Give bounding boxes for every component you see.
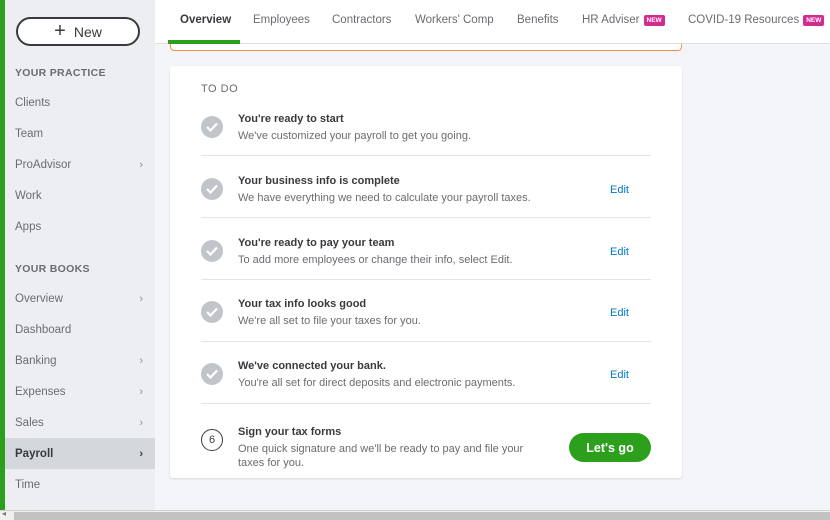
tab-employees[interactable]: Employees [253,14,310,26]
task-title: We've connected your bank. [238,360,386,372]
edit-link[interactable]: Edit [610,369,629,381]
horizontal-scrollbar[interactable]: ◂ [0,509,830,520]
your-books-heading: YOUR BOOKS [15,263,90,275]
task-description: We're all set to file your taxes for you… [238,315,421,327]
tab-covid-resources[interactable]: COVID-19 Resources NEW [688,14,825,26]
edit-link[interactable]: Edit [610,307,629,319]
sidebar-item-label: Overview [15,292,63,305]
divider [201,155,651,156]
todo-heading: TO DO [201,83,239,95]
task-description: We've customized your payroll to get you… [238,130,472,142]
edit-link[interactable]: Edit [610,184,629,196]
tab-contractors[interactable]: Contractors [332,14,391,26]
tab-label: COVID-19 Resources [688,14,800,26]
chevron-right-icon: › [139,447,143,460]
new-button[interactable]: + New [16,17,140,46]
lets-go-button[interactable]: Let's go [569,433,651,462]
sidebar-item-sales[interactable]: Sales › [5,407,155,438]
sidebar-item-banking[interactable]: Banking › [5,345,155,376]
tab-workers-comp[interactable]: Workers' Comp [415,14,494,26]
task-title: Sign your tax forms [238,426,342,438]
sidebar-item-overview[interactable]: Overview › [5,283,155,314]
your-practice-heading: YOUR PRACTICE [15,67,106,79]
chevron-right-icon: › [139,158,143,171]
step-number-badge: 6 [201,429,223,451]
task-title: You're ready to start [238,113,344,125]
sidebar-item-expenses[interactable]: Expenses › [5,376,155,407]
checkmark-icon [201,363,223,385]
scrollbar-thumb[interactable] [14,512,830,520]
tab-benefits[interactable]: Benefits [517,14,559,26]
new-badge: NEW [643,14,665,26]
left-sidebar: + New YOUR PRACTICE Clients Team ProAdvi… [0,0,155,510]
sidebar-item-label: Work [15,189,42,202]
plus-icon: + [54,19,66,42]
tab-label: Overview [180,14,232,26]
tab-label: Benefits [517,14,559,26]
divider [201,279,651,280]
sidebar-item-label: Sales [15,416,44,429]
task-title: You're ready to pay your team [238,237,395,249]
divider [201,217,651,218]
sidebar-item-work[interactable]: Work [5,180,155,211]
sidebar-item-label: Banking [15,354,57,367]
sidebar-item-label: Time [15,478,41,491]
new-badge: NEW [803,14,825,26]
chevron-right-icon: › [139,292,143,305]
edit-link[interactable]: Edit [610,246,629,258]
sidebar-item-team[interactable]: Team [5,118,155,149]
chevron-right-icon: › [139,416,143,429]
sidebar-item-label: Team [15,127,44,140]
scroll-left-arrow-icon[interactable]: ◂ [2,509,6,518]
divider [201,341,651,342]
task-title: Your business info is complete [238,175,400,187]
sidebar-item-payroll[interactable]: Payroll › [5,438,155,469]
tab-hr-adviser[interactable]: HR Adviser NEW [582,14,665,26]
sidebar-item-label: Dashboard [15,323,72,336]
task-title: Your tax info looks good [238,298,367,310]
task-description: One quick signature and we'll be ready t… [238,443,524,469]
task-description: We have everything we need to calculate … [238,192,531,204]
sidebar-item-label: Clients [15,96,51,109]
divider [201,403,651,404]
payroll-tab-bar: Overview Employees Contractors Workers' … [155,0,830,44]
new-button-label: New [73,23,102,40]
sidebar-item-label: Apps [15,220,42,233]
checkmark-icon [201,301,223,323]
chevron-right-icon: › [139,385,143,398]
tab-overview[interactable]: Overview [180,14,231,26]
task-description: To add more employees or change their in… [238,254,513,266]
sidebar-item-time[interactable]: Time [5,469,155,500]
checkmark-icon [201,178,223,200]
sidebar-item-apps[interactable]: Apps [5,211,155,242]
tab-label: HR Adviser [582,14,640,26]
sidebar-item-label: ProAdvisor [15,158,72,171]
task-description: You're all set for direct deposits and e… [238,377,516,389]
chevron-right-icon: › [139,354,143,367]
checkmark-icon [201,116,223,138]
todo-card: TO DO You're ready to start We've custom… [170,66,682,478]
sidebar-item-dashboard[interactable]: Dashboard [5,314,155,345]
sidebar-item-proadvisor[interactable]: ProAdvisor › [5,149,155,180]
tab-label: Contractors [332,14,392,26]
tab-label: Workers' Comp [415,14,494,26]
alert-banner-edge [170,44,682,51]
sidebar-item-label: Expenses [15,385,66,398]
checkmark-icon [201,240,223,262]
sidebar-item-label: Payroll [15,447,54,460]
tab-label: Employees [253,14,310,26]
sidebar-item-clients[interactable]: Clients [5,87,155,118]
